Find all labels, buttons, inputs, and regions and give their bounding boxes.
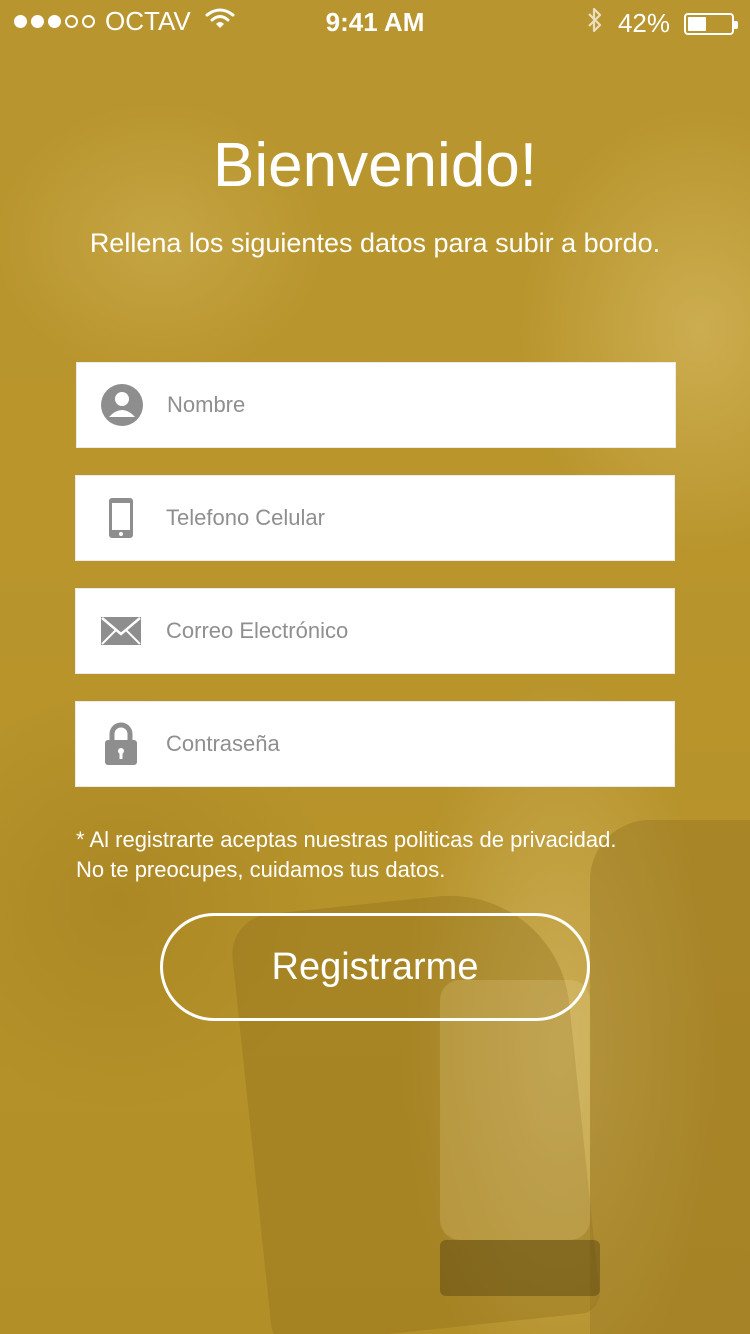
lock-icon: [76, 701, 166, 787]
bluetooth-icon: [586, 6, 604, 41]
email-input[interactable]: [166, 601, 646, 661]
status-right: 42%: [586, 6, 738, 41]
password-input[interactable]: [166, 714, 646, 774]
register-button[interactable]: Registrarme: [160, 913, 590, 1021]
battery-level: [688, 16, 706, 31]
phone-field[interactable]: [75, 475, 675, 561]
battery-icon: [684, 12, 738, 35]
privacy-note-line: * Al registrarte aceptas nuestras politi…: [76, 827, 617, 852]
battery-cap: [734, 20, 738, 29]
battery-percent: 42%: [617, 8, 670, 38]
email-field[interactable]: [75, 588, 675, 674]
privacy-note-line: No te preocupes, cuidamos tus datos.: [76, 857, 446, 882]
registration-screen: OCTAV 9:41 AM 42% Bienvenido! Rellena lo…: [0, 0, 750, 1334]
password-field[interactable]: [75, 701, 675, 787]
user-icon: [77, 362, 167, 448]
page-subtitle: Rellena los siguientes datos para subir …: [89, 228, 661, 258]
page-title: Bienvenido!: [212, 131, 538, 200]
phone-icon: [76, 475, 166, 561]
name-field[interactable]: [76, 362, 676, 448]
phone-input[interactable]: [166, 488, 646, 548]
mail-icon: [76, 588, 166, 674]
status-bar: OCTAV 9:41 AM 42%: [0, 0, 750, 40]
privacy-note: * Al registrarte aceptas nuestras politi…: [76, 825, 696, 885]
name-input[interactable]: [167, 375, 647, 435]
